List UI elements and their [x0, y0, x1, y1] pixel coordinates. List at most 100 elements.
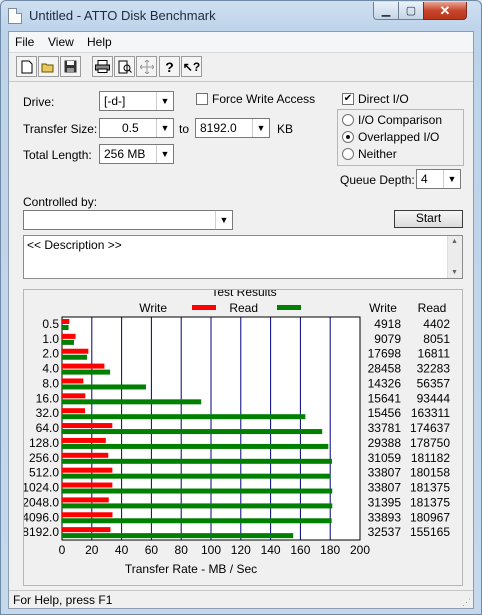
write-value: 14326 — [368, 376, 402, 390]
save-icon — [64, 60, 77, 73]
description-text: << Description >> — [27, 238, 122, 252]
x-tick-label: 60 — [145, 543, 159, 557]
category-label: 1.0 — [42, 332, 59, 346]
overlapped-io-radio[interactable] — [342, 131, 354, 143]
queue-depth-select[interactable]: 4 ▼ — [416, 169, 461, 189]
category-label: 128.0 — [29, 436, 59, 450]
force-write-checkbox[interactable] — [196, 93, 208, 105]
open-icon — [41, 63, 54, 72]
category-label: 1024.0 — [24, 481, 59, 495]
write-bar — [62, 348, 89, 354]
read-bar — [62, 325, 69, 330]
x-tick-label: 0 — [59, 543, 66, 557]
help-icon: ? — [165, 58, 174, 75]
write-bar — [62, 497, 109, 503]
neither-radio[interactable] — [342, 148, 354, 160]
write-bar — [62, 378, 84, 384]
write-bar — [62, 512, 113, 518]
x-tick-label: 160 — [290, 543, 310, 557]
queue-depth-value: 4 — [421, 172, 428, 186]
maximize-icon: ▢ — [405, 5, 417, 17]
move-icon — [139, 59, 154, 74]
read-bar — [62, 429, 323, 435]
client-area: File View Help ? ↖? Drive: [-d-] ▼ Force… — [8, 31, 474, 609]
help-button[interactable]: ? — [159, 56, 180, 77]
transfer-to-select[interactable]: 8192.0 ▼ — [195, 118, 270, 138]
direct-io-checkbox[interactable]: ✔ — [342, 93, 354, 105]
read-value: 16811 — [418, 347, 451, 361]
read-value: 93444 — [417, 391, 451, 405]
read-value: 180967 — [410, 510, 450, 524]
menu-file[interactable]: File — [15, 35, 34, 49]
read-value: 181375 — [410, 481, 450, 495]
read-value: 178750 — [410, 436, 450, 450]
move-button[interactable] — [136, 56, 157, 77]
io-comparison-radio[interactable] — [342, 114, 354, 126]
category-label: 4096.0 — [24, 510, 59, 524]
x-tick-label: 140 — [261, 543, 281, 557]
force-write-label: Force Write Access — [212, 92, 316, 106]
read-bar — [62, 414, 306, 420]
description-scrollbar[interactable]: ▲ ▼ — [447, 236, 462, 278]
total-length-label: Total Length: — [23, 148, 92, 162]
test-results-group: Test Results Write Read Write Read 0.5 1.… — [23, 289, 463, 586]
write-value: 4918 — [374, 317, 401, 331]
legend-write-swatch — [192, 305, 216, 310]
save-button[interactable] — [60, 56, 81, 77]
read-bar — [62, 518, 332, 524]
read-bar — [62, 533, 294, 539]
read-value: 180158 — [410, 466, 450, 480]
drive-value: [-d-] — [104, 94, 126, 108]
minimize-button[interactable]: ▁ — [373, 2, 399, 20]
direct-io-label: Direct I/O — [358, 92, 409, 106]
read-value: 174637 — [410, 421, 450, 435]
checkmark-icon: ✔ — [343, 93, 353, 104]
write-bar — [62, 393, 86, 399]
menu-help[interactable]: Help — [87, 35, 112, 49]
start-button[interactable]: Start — [394, 210, 463, 228]
resize-grip-icon[interactable]: ⋰ — [462, 597, 471, 608]
write-value: 33807 — [368, 481, 402, 495]
read-bar — [62, 384, 146, 390]
description-box[interactable]: << Description >> ▲ ▼ — [23, 235, 463, 279]
menu-view[interactable]: View — [48, 35, 74, 49]
read-value: 56357 — [417, 376, 451, 390]
print-preview-button[interactable] — [114, 56, 135, 77]
open-button[interactable] — [38, 56, 59, 77]
drive-select[interactable]: [-d-] ▼ — [99, 91, 174, 111]
context-help-button[interactable]: ↖? — [181, 56, 202, 77]
read-bar — [62, 488, 333, 494]
transfer-from-value: 0.5 — [122, 121, 139, 135]
maximize-button[interactable]: ▢ — [398, 2, 424, 20]
write-bar — [62, 452, 109, 458]
queue-depth-label: Queue Depth: — [340, 173, 415, 187]
app-icon — [8, 8, 22, 24]
x-tick-label: 180 — [320, 543, 340, 557]
read-value: 8051 — [423, 332, 450, 346]
chevron-down-icon: ▼ — [215, 211, 232, 229]
controlled-by-select[interactable]: ▼ — [23, 210, 233, 230]
read-bar — [62, 458, 332, 464]
write-value: 33781 — [368, 421, 402, 435]
write-value: 33807 — [368, 466, 402, 480]
category-label: 16.0 — [36, 391, 60, 405]
write-bar — [62, 408, 86, 414]
title-bar[interactable]: Untitled - ATTO Disk Benchmark ▁ ▢ ✕ — [1, 1, 481, 31]
print-button[interactable] — [92, 56, 113, 77]
close-button[interactable]: ✕ — [423, 2, 467, 20]
status-bar: For Help, press F1 ⋰ — [9, 590, 473, 608]
category-label: 8192.0 — [24, 525, 59, 539]
status-text: For Help, press F1 — [13, 593, 113, 607]
category-label: 2048.0 — [24, 495, 59, 509]
new-button[interactable] — [16, 56, 37, 77]
transfer-from-select[interactable]: 0.5 ▼ — [99, 118, 174, 138]
read-value: 181182 — [411, 451, 450, 465]
print-preview-icon — [118, 60, 132, 73]
write-value: 31059 — [368, 451, 402, 465]
close-icon: ✕ — [439, 2, 451, 18]
write-value: 28458 — [368, 362, 402, 376]
write-value: 31395 — [368, 495, 402, 509]
overlapped-io-label: Overlapped I/O — [358, 130, 440, 144]
total-length-select[interactable]: 256 MB ▼ — [99, 144, 174, 164]
read-bar — [62, 399, 202, 405]
